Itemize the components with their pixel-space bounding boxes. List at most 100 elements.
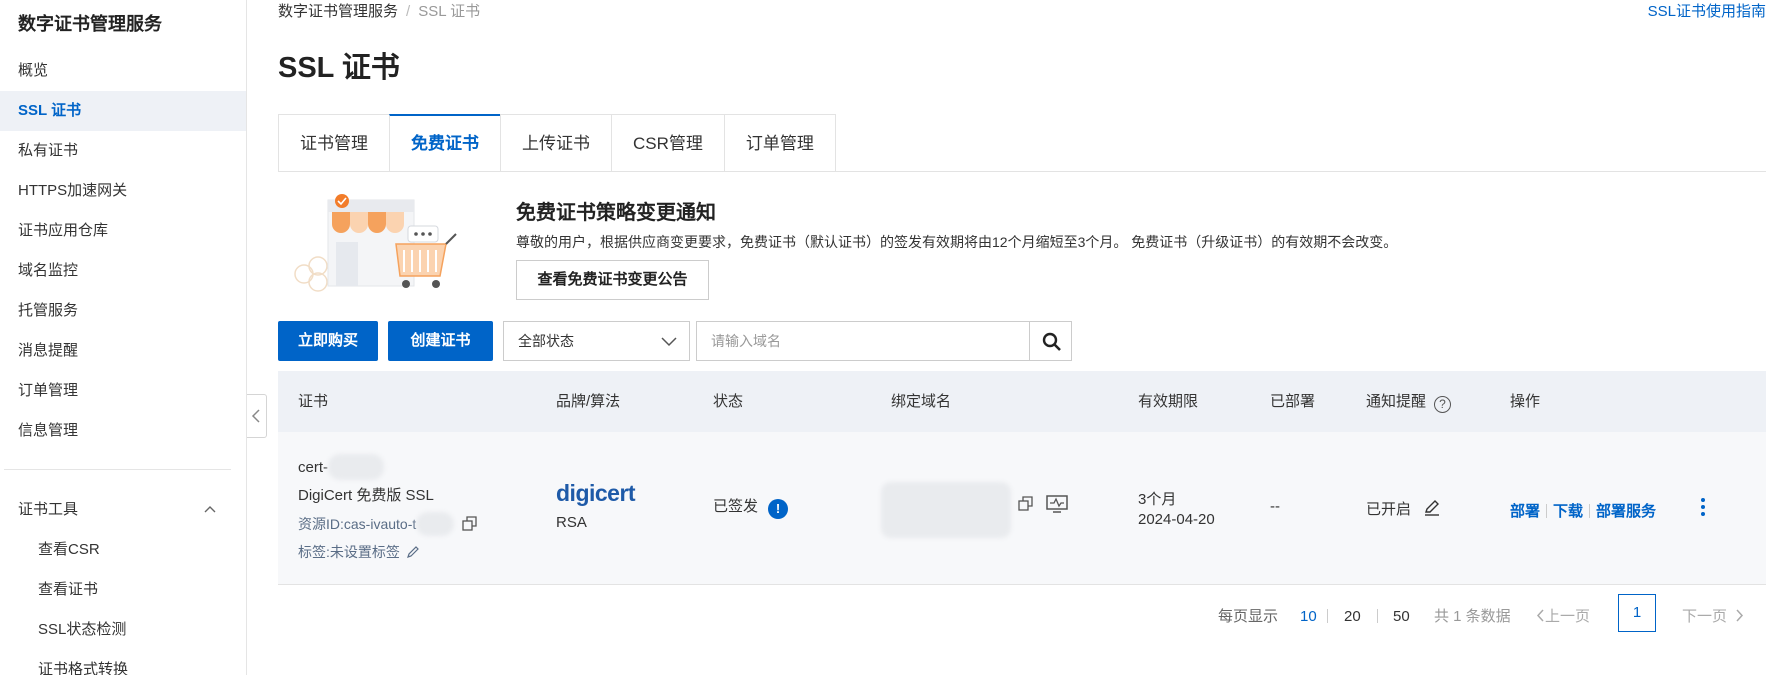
col-actions: 操作: [1510, 393, 1541, 410]
sidebar-item-view-cert[interactable]: 查看证书: [0, 570, 246, 610]
tab-cert-management[interactable]: 证书管理: [278, 114, 389, 172]
more-actions-icon[interactable]: [1700, 498, 1706, 520]
sidebar-item-notifications[interactable]: 消息提醒: [0, 331, 246, 371]
deploy-link[interactable]: 部署: [1510, 503, 1540, 520]
info-alert-icon[interactable]: !: [768, 499, 789, 519]
edit-icon[interactable]: [1423, 499, 1441, 517]
breadcrumb-root[interactable]: 数字证书管理服务: [278, 3, 398, 20]
download-link[interactable]: 下载: [1553, 503, 1583, 520]
copy-icon[interactable]: [462, 516, 478, 532]
page-size-10[interactable]: 10: [1300, 608, 1317, 625]
chevron-left-icon: [251, 409, 260, 423]
help-icon[interactable]: ?: [1434, 396, 1452, 413]
status-text: 已签发: [713, 498, 759, 515]
sidebar-item-view-csr[interactable]: 查看CSR: [0, 530, 246, 570]
sidebar-item-ssl-check[interactable]: SSL状态检测: [0, 610, 246, 650]
edit-icon[interactable]: [406, 545, 420, 559]
col-domain: 绑定域名: [891, 393, 952, 410]
sidebar-item-hosting[interactable]: 托管服务: [0, 291, 246, 331]
cert-name[interactable]: cert-: [298, 454, 384, 480]
tag-text: 标签:未设置标签: [298, 544, 400, 560]
notice-title: 免费证书策略变更通知: [516, 202, 716, 224]
tabs-underline: [278, 171, 1766, 172]
status-select[interactable]: 全部状态: [503, 321, 690, 361]
resource-id: 资源ID:cas-ivauto-t: [298, 512, 478, 536]
notice-text: 尊敬的用户，根据供应商变更要求，免费证书（默认证书）的签发有效期将由12个月缩短…: [516, 234, 1398, 250]
col-brand: 品牌/算法: [556, 393, 621, 410]
chevron-down-icon: [661, 337, 677, 347]
sidebar-item-overview[interactable]: 概览: [0, 51, 246, 91]
next-page-label: 下一页: [1682, 608, 1728, 625]
breadcrumb: 数字证书管理服务 / SSL 证书: [278, 0, 480, 21]
prev-page-button[interactable]: 上一页: [1536, 605, 1590, 626]
digicert-logo: digicert: [556, 480, 636, 507]
copy-icon[interactable]: [1018, 496, 1034, 512]
chevron-up-icon: [204, 506, 216, 513]
cert-name-text: cert-: [298, 459, 328, 476]
sidebar-item-format-convert[interactable]: 证书格式转换: [0, 650, 246, 675]
deploy-service-link[interactable]: 部署服务: [1596, 503, 1656, 520]
redacted-blur: [881, 482, 1011, 538]
expiry-date: 2024-04-20: [1138, 511, 1215, 528]
col-notify-label: 通知提醒: [1366, 393, 1427, 410]
cert-table: 证书 品牌/算法 状态 绑定域名 有效期限 已部署 通知提醒? 操作 cert-…: [278, 371, 1766, 585]
notify-status-text: 已开启: [1366, 501, 1412, 518]
per-page-label: 每页显示: [1218, 608, 1279, 625]
view-announcement-button[interactable]: 查看免费证书变更公告: [516, 260, 709, 300]
breadcrumb-current: SSL 证书: [418, 3, 481, 20]
sidebar-item-https-gateway[interactable]: HTTPS加速网关: [0, 171, 246, 211]
sidebar-divider: [4, 469, 231, 470]
monitor-icon[interactable]: [1046, 494, 1068, 514]
tab-csr-management[interactable]: CSR管理: [611, 114, 724, 172]
page-size-divider: [1327, 609, 1328, 623]
next-page-button[interactable]: 下一页: [1682, 605, 1744, 626]
notify-status: 已开启: [1366, 498, 1441, 519]
tab-bar: 证书管理 免费证书 上传证书 CSR管理 订单管理: [278, 114, 836, 172]
sidebar-group-tools[interactable]: 证书工具: [0, 490, 246, 530]
row-actions: 部署 下载 部署服务: [1510, 500, 1656, 521]
page-size-50[interactable]: 50: [1393, 608, 1410, 625]
cert-type: DigiCert 免费版 SSL: [298, 487, 434, 504]
shop-cart-illustration: [294, 194, 457, 292]
ssl-guide-link[interactable]: SSL证书使用指南: [1648, 0, 1766, 21]
chevron-right-icon: [1736, 609, 1744, 622]
tab-upload-cert[interactable]: 上传证书: [500, 114, 611, 172]
validity-period: 3个月: [1138, 491, 1177, 508]
redacted-blur: [328, 454, 384, 480]
create-cert-button[interactable]: 创建证书: [388, 321, 493, 361]
col-cert: 证书: [298, 393, 329, 410]
deployed-value: --: [1270, 498, 1280, 515]
sidebar-group-label: 证书工具: [18, 501, 79, 518]
col-validity: 有效期限: [1138, 393, 1199, 410]
breadcrumb-separator: /: [406, 3, 411, 20]
domain-search-input[interactable]: [696, 321, 1030, 361]
tab-free-cert[interactable]: 免费证书: [389, 114, 500, 172]
action-separator: [1546, 504, 1548, 518]
tag-label[interactable]: 标签:未设置标签: [298, 542, 420, 562]
sidebar-item-cert-repo[interactable]: 证书应用仓库: [0, 211, 246, 251]
current-page[interactable]: 1: [1618, 594, 1656, 632]
search-icon: [1042, 332, 1061, 351]
sidebar-item-ssl[interactable]: SSL 证书: [0, 91, 246, 131]
search-button[interactable]: [1029, 321, 1072, 361]
page-title: SSL 证书: [278, 52, 400, 84]
action-separator: [1589, 504, 1591, 518]
sidebar-title: 数字证书管理服务: [18, 14, 162, 34]
sidebar-item-orders[interactable]: 订单管理: [0, 371, 246, 411]
sidebar-item-domain-monitor[interactable]: 域名监控: [0, 251, 246, 291]
chevron-left-icon: [1536, 609, 1544, 622]
prev-page-label: 上一页: [1545, 608, 1591, 625]
sidebar: 数字证书管理服务 概览 SSL 证书 私有证书 HTTPS加速网关 证书应用仓库…: [0, 0, 247, 675]
sidebar-item-private-cert[interactable]: 私有证书: [0, 131, 246, 171]
sidebar-collapse-toggle[interactable]: [247, 394, 267, 438]
total-count: 共 1 条数据: [1434, 608, 1511, 625]
table-row: cert- DigiCert 免费版 SSL 资源ID:cas-ivauto-t…: [278, 432, 1766, 585]
buy-now-button[interactable]: 立即购买: [278, 321, 378, 361]
col-status[interactable]: 状态: [713, 371, 743, 432]
resource-id-text: 资源ID:cas-ivauto-t: [298, 516, 417, 532]
page-size-20[interactable]: 20: [1344, 608, 1361, 625]
sidebar-item-info[interactable]: 信息管理: [0, 411, 246, 451]
table-header: 证书 品牌/算法 状态 绑定域名 有效期限 已部署 通知提醒? 操作: [278, 371, 1766, 432]
redacted-blur: [416, 512, 455, 536]
tab-order-management[interactable]: 订单管理: [723, 114, 836, 172]
